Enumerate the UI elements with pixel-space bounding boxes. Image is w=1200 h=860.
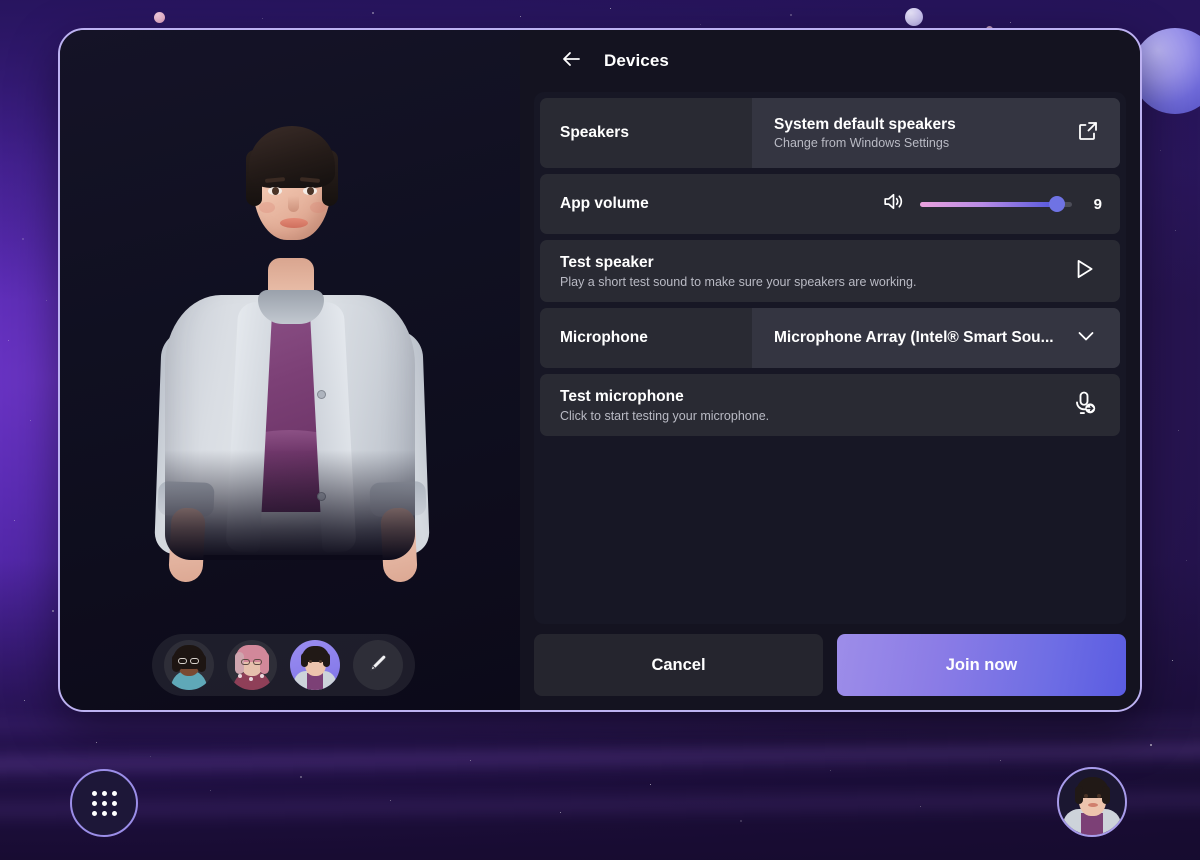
play-icon	[1071, 256, 1097, 287]
horizon-band	[0, 712, 1200, 738]
arrow-left-icon	[559, 47, 583, 76]
avatar-collar	[258, 290, 324, 324]
test-microphone-text: Test microphone Click to start testing y…	[560, 388, 769, 423]
test-microphone-title: Test microphone	[560, 387, 684, 405]
speaker-volume-icon	[881, 189, 906, 219]
row-app-volume[interactable]: App volume 9	[540, 174, 1120, 234]
edit-avatar-button[interactable]	[353, 640, 403, 690]
small-sphere	[154, 12, 165, 23]
slider-thumb[interactable]	[1048, 196, 1065, 212]
row-test-microphone[interactable]: Test microphone Click to start testing y…	[540, 374, 1120, 436]
speakers-label: Speakers	[560, 124, 629, 141]
avatar-fade-shadow	[165, 450, 415, 560]
row-test-speaker[interactable]: Test speaker Play a short test sound to …	[540, 240, 1120, 302]
test-speaker-text: Test speaker Play a short test sound to …	[560, 254, 916, 289]
microphone-dropdown-button[interactable]	[1068, 320, 1104, 356]
avatar-cheek-right	[310, 202, 326, 213]
avatar-pupil-right	[307, 187, 314, 195]
external-link-icon	[1076, 119, 1100, 148]
grid-apps-icon	[91, 790, 117, 816]
slider-fill	[920, 202, 1057, 207]
avatar-option-3[interactable]	[290, 640, 340, 690]
avatar-option-1[interactable]	[164, 640, 214, 690]
microphone-label: Microphone	[560, 329, 648, 346]
app-volume-label: App volume	[560, 195, 649, 212]
microphone-select[interactable]: Microphone Array (Intel® Smart Sou...	[752, 308, 1120, 368]
start-microphone-test-button[interactable]	[1066, 387, 1102, 423]
avatar-3d-render	[60, 30, 520, 710]
avatar-cheek-left	[259, 202, 275, 213]
microphone-value-title: Microphone Array (Intel® Smart Sou...	[774, 329, 1054, 346]
page-title: Devices	[604, 51, 669, 70]
app-launcher-button[interactable]	[70, 769, 138, 837]
avatar-preview-pane	[60, 30, 520, 710]
test-speaker-title: Test speaker	[560, 253, 654, 271]
microphone-test-icon	[1070, 389, 1098, 422]
user-avatar-button[interactable]	[1057, 767, 1127, 837]
avatar-pupil-left	[272, 187, 279, 195]
avatar-nose	[288, 196, 299, 212]
settings-footer: Cancel Join now	[534, 634, 1126, 696]
avatar-hair	[249, 126, 335, 188]
chevron-down-icon	[1074, 324, 1098, 353]
row-speakers[interactable]: Speakers System default speakers Change …	[540, 98, 1120, 168]
device-settings-pane: Devices Speakers System default speakers…	[520, 30, 1140, 710]
play-test-sound-button[interactable]	[1066, 253, 1102, 289]
avatar-button	[317, 390, 326, 399]
speakers-value-title: System default speakers	[774, 116, 956, 133]
test-speaker-subtitle: Play a short test sound to make sure you…	[560, 274, 917, 289]
back-button[interactable]	[558, 48, 584, 74]
small-sphere	[905, 8, 923, 26]
speakers-value[interactable]: System default speakers Change from Wind…	[752, 98, 1120, 168]
avatar-mouth	[280, 218, 308, 228]
app-volume-value: 9	[1093, 195, 1102, 213]
join-meeting-window: Devices Speakers System default speakers…	[58, 28, 1142, 712]
app-volume-controls: 9	[752, 189, 1102, 219]
settings-list: Speakers System default speakers Change …	[534, 92, 1126, 624]
avatar-option-2[interactable]	[227, 640, 277, 690]
join-now-button[interactable]: Join now	[837, 634, 1126, 696]
speakers-value-subtitle: Change from Windows Settings	[774, 136, 950, 150]
app-volume-slider[interactable]	[920, 195, 1072, 213]
pencil-icon	[366, 651, 390, 680]
test-microphone-subtitle: Click to start testing your microphone.	[560, 408, 770, 423]
settings-header: Devices	[534, 30, 1126, 92]
open-windows-settings-button[interactable]	[1070, 115, 1106, 151]
cancel-button[interactable]: Cancel	[534, 634, 823, 696]
avatar-picker-strip	[152, 634, 415, 696]
row-microphone[interactable]: Microphone Microphone Array (Intel® Smar…	[540, 308, 1120, 368]
